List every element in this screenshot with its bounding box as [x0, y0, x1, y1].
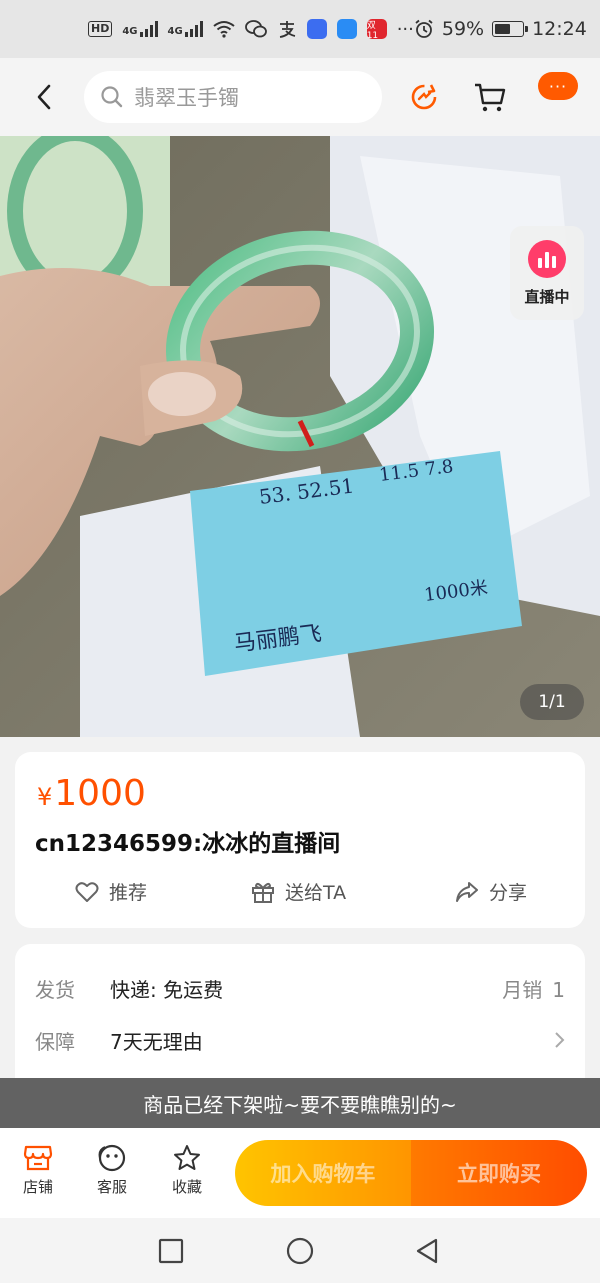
map-app-icon	[336, 19, 357, 39]
chevron-right-icon	[555, 1032, 565, 1048]
circle-icon	[286, 1237, 314, 1265]
product-title: cn12346599:冰冰的直播间	[35, 831, 341, 857]
more-notifications-icon: ···	[396, 18, 414, 40]
top-navigation-bar: 翡翠玉手镯 ···	[0, 58, 600, 136]
currency-symbol: ¥	[37, 783, 53, 811]
store-icon	[23, 1145, 53, 1171]
live-streaming-badge[interactable]: 直播中	[510, 226, 584, 320]
product-actions: 推荐 送给TA 分享	[15, 878, 585, 912]
battery-icon	[492, 21, 529, 37]
wifi-icon	[213, 21, 235, 38]
hd-badge: HD	[88, 21, 113, 37]
signal-icon-1: 4G	[122, 21, 158, 37]
bottom-action-bar: 店铺 客服 收藏 加入购物车 立即购买	[0, 1128, 600, 1218]
status-icons-left: HD 4G 4G 双11 ···	[88, 18, 414, 41]
clock: 12:24	[532, 18, 587, 40]
search-icon	[101, 86, 123, 108]
customer-service-icon	[98, 1144, 126, 1172]
shipping-info-card: 发货 快递: 免运费 月销 1 保障 7天无理由	[15, 944, 585, 1084]
alipay-icon	[279, 21, 295, 38]
square-icon	[158, 1238, 184, 1264]
share-button[interactable]: 分享	[455, 878, 527, 905]
live-label: 直播中	[524, 287, 570, 306]
customer-service-label: 客服	[96, 1178, 127, 1196]
taobao-11-icon: 双11	[366, 19, 387, 41]
guarantee-value: 7天无理由	[110, 1029, 203, 1054]
gift-button[interactable]: 送给TA	[251, 878, 346, 905]
search-bar[interactable]: 翡翠玉手镯	[84, 71, 382, 123]
customer-service-tab[interactable]: 客服	[82, 1144, 142, 1197]
shopping-cart-icon	[475, 83, 506, 112]
image-counter: 1/1	[520, 684, 584, 720]
signal-icon-2: 4G	[168, 21, 203, 37]
more-menu-button[interactable]: ···	[538, 72, 578, 100]
search-text: 翡翠玉手镯	[134, 86, 239, 110]
refresh-share-button[interactable]	[404, 77, 444, 117]
favorite-tab[interactable]: 收藏	[157, 1144, 217, 1197]
music-app-icon	[306, 19, 327, 39]
gift-label: 送给TA	[285, 882, 347, 904]
product-price: ¥1000	[37, 772, 146, 819]
back-nav-button[interactable]	[411, 1235, 443, 1267]
refresh-share-icon	[411, 84, 437, 110]
share-label: 分享	[489, 882, 528, 904]
price-value: 1000	[54, 773, 146, 814]
purchase-buttons: 加入购物车 立即购买	[235, 1140, 587, 1206]
gift-icon	[252, 882, 274, 903]
wechat-icon	[244, 20, 267, 38]
back-arrow-icon	[37, 84, 51, 110]
status-bar: HD 4G 4G 双11 ··· 59% 12:24	[0, 0, 600, 58]
delisted-notice: 商品已经下架啦~要不要瞧瞧别的~	[0, 1078, 600, 1128]
store-tab[interactable]: 店铺	[8, 1144, 68, 1197]
guarantee-row[interactable]: 保障 7天无理由	[35, 1025, 565, 1055]
back-button[interactable]	[22, 75, 66, 119]
add-to-cart-button[interactable]: 加入购物车	[235, 1140, 411, 1206]
recommend-label: 推荐	[109, 882, 148, 904]
live-icon	[528, 239, 566, 278]
cart-button[interactable]	[470, 77, 510, 117]
jade-bangle-photo: 53. 52.51 11.5 7.8 1000米 马丽鹏飞	[0, 136, 600, 737]
recents-button[interactable]	[155, 1235, 187, 1267]
alarm-icon	[415, 19, 433, 38]
shipping-row: 发货 快递: 免运费 月销 1	[35, 973, 565, 1003]
product-summary-card: ¥1000 cn12346599:冰冰的直播间 推荐 送给TA 分享	[15, 752, 585, 928]
system-navigation-bar	[0, 1218, 600, 1283]
share-icon	[456, 881, 478, 902]
recommend-button[interactable]: 推荐	[75, 878, 147, 905]
star-icon	[174, 1145, 200, 1170]
home-button[interactable]	[284, 1235, 316, 1267]
shipping-value: 快递: 免运费	[110, 977, 224, 1002]
triangle-back-icon	[416, 1238, 438, 1264]
product-image-gallery[interactable]: 53. 52.51 11.5 7.8 1000米 马丽鹏飞 直播中 1/1	[0, 136, 600, 737]
shipping-label: 发货	[35, 977, 75, 1002]
heart-icon	[75, 881, 99, 902]
monthly-sales: 月销 1	[502, 977, 565, 1002]
guarantee-label: 保障	[35, 1029, 75, 1054]
battery-percent: 59%	[441, 18, 485, 40]
store-label: 店铺	[22, 1178, 53, 1196]
favorite-label: 收藏	[171, 1178, 202, 1196]
status-icons-right: 59% 12:24	[414, 18, 587, 40]
buy-now-button[interactable]: 立即购买	[411, 1140, 587, 1206]
